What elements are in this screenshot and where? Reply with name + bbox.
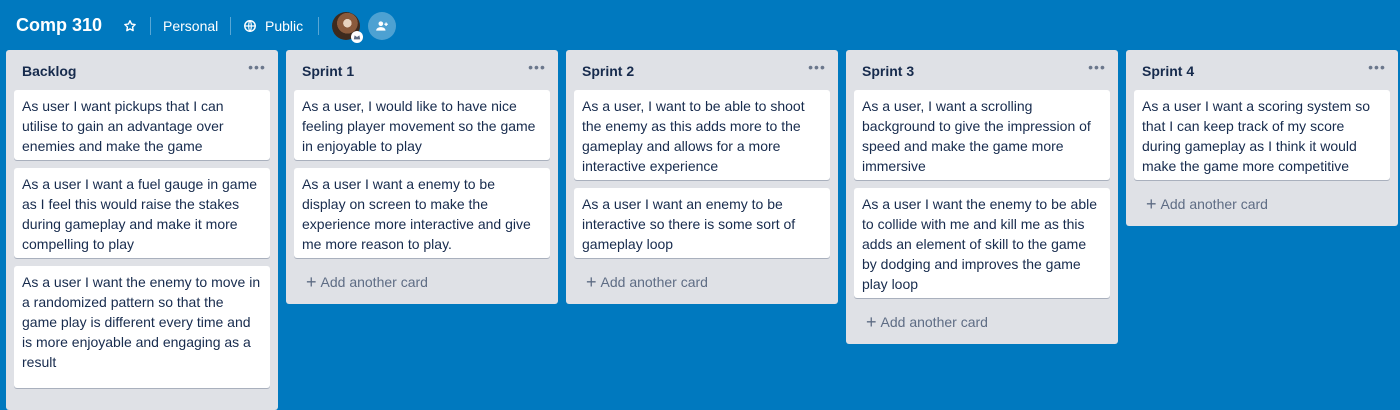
card[interactable]: As a user I want a enemy to be display o…: [294, 168, 550, 258]
card-list: As a user, I would like to have nice fee…: [286, 90, 558, 298]
card-list: As user I want pickups that I can utilis…: [6, 90, 278, 388]
list-menu-button[interactable]: •••: [246, 60, 268, 76]
list-header: Sprint 3 •••: [846, 50, 1118, 90]
team-visibility-button[interactable]: Personal: [163, 12, 218, 40]
list-title[interactable]: Backlog: [22, 63, 76, 79]
list-sprint-4: Sprint 4 ••• As a user I want a scoring …: [1126, 50, 1398, 226]
add-card-button[interactable]: + Add another card: [854, 306, 1110, 338]
list-title[interactable]: Sprint 1: [302, 63, 354, 79]
card-list: As a user I want a scoring system so tha…: [1126, 90, 1398, 220]
list-header: Sprint 2 •••: [566, 50, 838, 90]
visibility-label: Public: [265, 18, 304, 34]
header-divider: [150, 17, 151, 35]
add-card-label: Add another card: [320, 274, 428, 290]
list-title[interactable]: Sprint 3: [862, 63, 914, 79]
add-card-button[interactable]: + Add another card: [574, 266, 830, 298]
list-sprint-1: Sprint 1 ••• As a user, I would like to …: [286, 50, 558, 304]
list-title[interactable]: Sprint 2: [582, 63, 634, 79]
add-card-button[interactable]: + Add another card: [294, 266, 550, 298]
board-header: Comp 310 Personal Public: [0, 0, 1400, 50]
star-button[interactable]: [118, 12, 142, 40]
visibility-button[interactable]: Public: [243, 12, 303, 40]
header-divider: [230, 17, 231, 35]
invite-button[interactable]: [368, 12, 396, 40]
header-divider: [318, 17, 319, 35]
list-backlog: Backlog ••• As user I want pickups that …: [6, 50, 278, 410]
list-sprint-3: Sprint 3 ••• As a user, I want a scrolli…: [846, 50, 1118, 344]
add-card-label: Add another card: [1160, 196, 1268, 212]
add-card-label: Add another card: [600, 274, 708, 290]
list-title[interactable]: Sprint 4: [1142, 63, 1194, 79]
list-menu-button[interactable]: •••: [1086, 60, 1108, 76]
list-menu-button[interactable]: •••: [806, 60, 828, 76]
card[interactable]: As a user I want a fuel gauge in game as…: [14, 168, 270, 258]
card[interactable]: As user I want pickups that I can utilis…: [14, 90, 270, 160]
card[interactable]: As a user, I want to be able to shoot th…: [574, 90, 830, 180]
add-card-button[interactable]: + Add another card: [1134, 188, 1390, 220]
admin-badge-icon: [351, 31, 363, 43]
card-list: As a user, I want to be able to shoot th…: [566, 90, 838, 298]
list-menu-button[interactable]: •••: [526, 60, 548, 76]
plus-icon: +: [586, 272, 597, 292]
board-title[interactable]: Comp 310: [16, 14, 102, 36]
star-icon: [124, 20, 136, 32]
team-visibility-label: Personal: [163, 18, 219, 34]
list-header: Sprint 1 •••: [286, 50, 558, 90]
card[interactable]: As a user, I want a scrolling background…: [854, 90, 1110, 180]
plus-icon: +: [306, 272, 317, 292]
list-header: Backlog •••: [6, 50, 278, 90]
card-list: As a user, I want a scrolling background…: [846, 90, 1118, 338]
card[interactable]: As a user I want a scoring system so tha…: [1134, 90, 1390, 180]
add-member-icon: [376, 21, 388, 31]
add-card-label: Add another card: [880, 314, 988, 330]
list-header: Sprint 4 •••: [1126, 50, 1398, 90]
card[interactable]: As a user I want an enemy to be interact…: [574, 188, 830, 258]
card[interactable]: As a user, I would like to have nice fee…: [294, 90, 550, 160]
card[interactable]: As a user I want the enemy to move in a …: [14, 266, 270, 388]
plus-icon: +: [1146, 194, 1157, 214]
list-sprint-2: Sprint 2 ••• As a user, I want to be abl…: [566, 50, 838, 304]
member-avatar[interactable]: [332, 12, 363, 43]
plus-icon: +: [866, 312, 877, 332]
list-menu-button[interactable]: •••: [1366, 60, 1388, 76]
card[interactable]: As a user I want the enemy to be able to…: [854, 188, 1110, 298]
globe-icon: [244, 20, 256, 32]
